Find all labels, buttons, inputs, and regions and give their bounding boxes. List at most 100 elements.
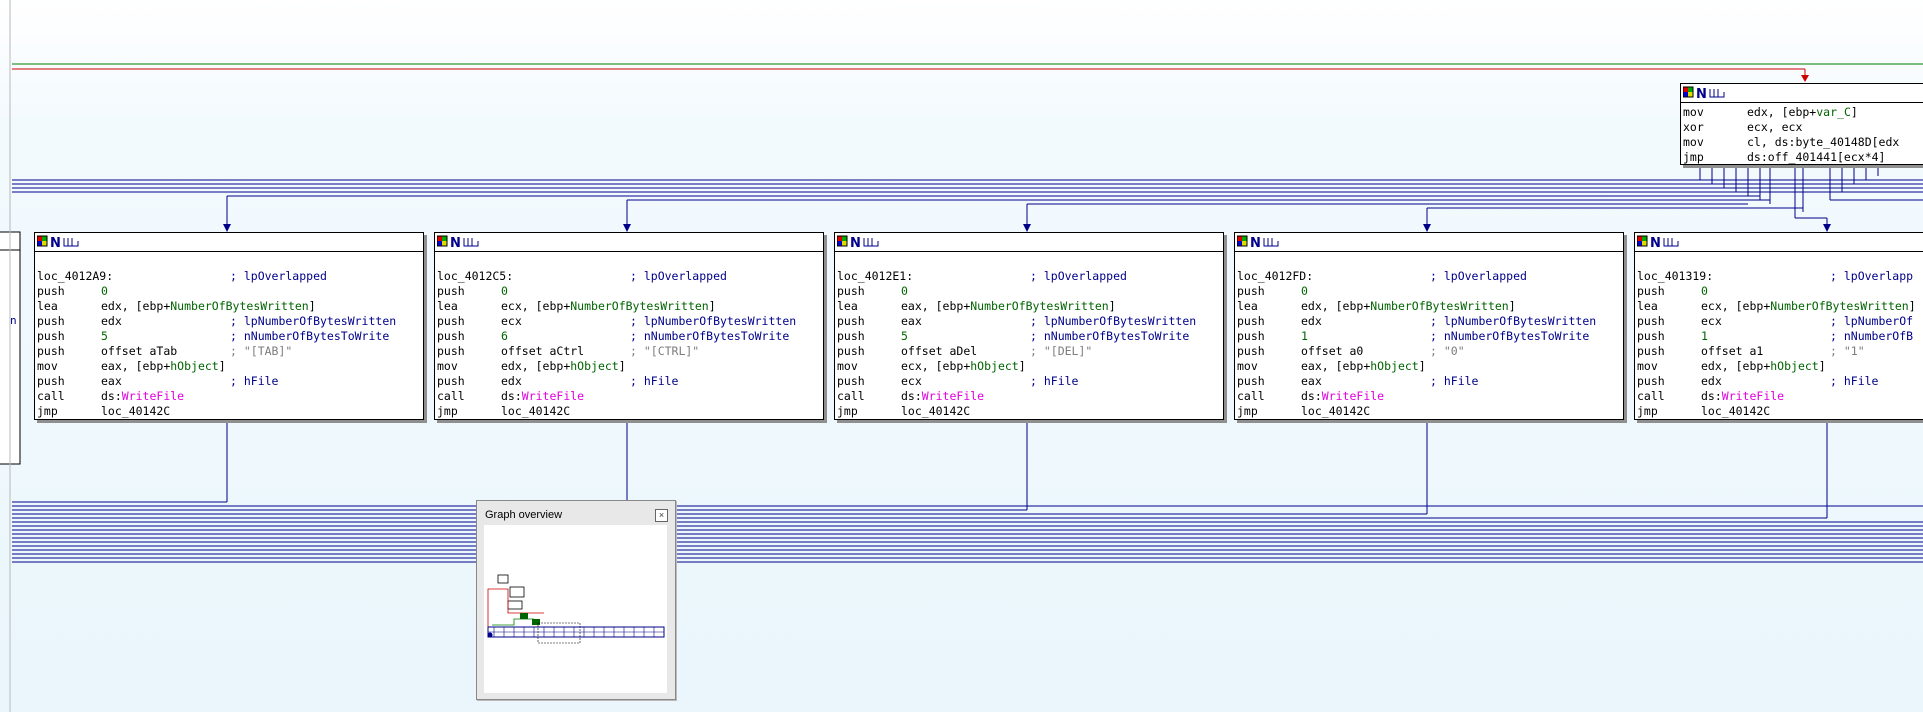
operand: ecx	[901, 374, 922, 388]
mnemonic: push	[837, 284, 865, 298]
instr-row: push edx ; lpNumberOfBytesWritten	[1237, 314, 1621, 329]
code-label[interactable]: loc_401319:	[1637, 269, 1713, 284]
mnemonic: jmp	[37, 404, 58, 418]
code-node-loc_4012c5[interactable]: Nloc_4012C5: ; lpOverlapped push 0 lea ecx, […	[434, 232, 824, 420]
mnemonic: call	[1637, 389, 1665, 403]
api-call[interactable]: WriteFile	[122, 389, 184, 403]
code-node-loc_4012e1[interactable]: Nloc_4012E1: ; lpOverlapped push 0 lea eax, […	[834, 232, 1224, 420]
code-label[interactable]: loc_4012A9:	[37, 269, 113, 284]
color-icon	[836, 235, 848, 247]
instr-row: mov edx, [ebp+hObject]	[437, 359, 821, 374]
mnemonic: jmp	[837, 404, 858, 418]
graph-trace-icon	[63, 238, 79, 247]
operand: 5	[101, 329, 108, 343]
n-icon: N	[450, 236, 461, 249]
string-ref[interactable]: aTab	[149, 344, 177, 358]
symbol[interactable]: NumberOfBytesWritten	[1770, 299, 1908, 313]
string-ref[interactable]: aDel	[949, 344, 977, 358]
instr-row: jmp loc_40142C	[437, 404, 821, 419]
operand: edx	[1701, 374, 1722, 388]
color-icon	[1682, 86, 1694, 98]
symbol[interactable]: NumberOfBytesWritten	[1370, 299, 1508, 313]
instr-row: push eax ; hFile	[37, 374, 421, 389]
graph-overview-panel[interactable]: Graph overview ×	[476, 500, 676, 700]
string-comment: ; "[CTRL]"	[630, 344, 700, 358]
graph-overview-minimap[interactable]	[484, 525, 667, 693]
code-label[interactable]: loc_4012C5:	[437, 269, 513, 284]
code-node-loc_401319[interactable]: Nloc_401319: ; lpOverlapp push 0 lea ecx, [eb…	[1634, 232, 1923, 420]
operand: eax	[901, 314, 922, 328]
node-header: N	[835, 233, 1223, 252]
comment: ; hFile	[230, 374, 279, 388]
instr-row: mov edx, [ebp+hObject]	[1637, 359, 1923, 374]
comment: ; hFile	[1830, 374, 1879, 388]
operand: ds:WriteFile	[1701, 389, 1785, 403]
comment: ; lpOverlapped	[230, 269, 327, 283]
api-call[interactable]: WriteFile	[522, 389, 584, 403]
operand: 0	[1701, 284, 1708, 298]
n-icon: N	[1650, 236, 1661, 249]
close-icon[interactable]: ×	[655, 509, 668, 522]
string-ref[interactable]: a1	[1749, 344, 1763, 358]
jump-target[interactable]: loc_40142C	[501, 404, 570, 419]
symbol[interactable]: NumberOfBytesWritten	[170, 299, 308, 313]
mnemonic: push	[837, 329, 865, 343]
symbol[interactable]: hObject	[570, 359, 618, 373]
jump-target[interactable]: loc_40142C	[1301, 404, 1370, 419]
instr-row: push 0	[437, 284, 821, 299]
code-label[interactable]: loc_4012FD:	[1237, 269, 1313, 284]
comment: ; hFile	[1030, 374, 1079, 388]
instr-row: push ecx ; lpNumberOfBytesWritten	[437, 314, 821, 329]
instr-row: push offset aDel ; "[DEL]"	[837, 344, 1221, 359]
mnemonic: push	[437, 344, 465, 358]
symbol[interactable]: var_C	[1816, 105, 1851, 119]
code-node-dispatch[interactable]: N mov edx, [ebp+var_C] xor ecx, ecx mov …	[1680, 83, 1923, 165]
operand: ds:WriteFile	[1301, 389, 1385, 403]
symbol[interactable]: hObject	[970, 359, 1018, 373]
jump-target[interactable]: loc_40142C	[1701, 404, 1770, 419]
code-label[interactable]: loc_4012E1:	[837, 269, 913, 284]
edge-to-nodes	[226, 195, 1828, 226]
graph-overview-title: Graph overview	[485, 509, 563, 521]
comment: ; lpNumberOfBytesWritten	[1030, 314, 1197, 328]
comment: ; nNumberOfBytesToWrite	[230, 329, 390, 343]
instr-row: push 1 ; nNumberOfBytesToWrite	[1237, 329, 1621, 344]
edge-arrows	[223, 224, 1831, 232]
instr-row: push eax ; lpNumberOfBytesWritten	[837, 314, 1221, 329]
symbol[interactable]: NumberOfBytesWritten	[970, 299, 1108, 313]
comment: ; lpNumberOfBytesWritten	[630, 314, 797, 328]
symbol[interactable]: hObject	[170, 359, 218, 373]
mnemonic: push	[37, 314, 65, 328]
api-call[interactable]: WriteFile	[1322, 389, 1384, 403]
symbol[interactable]: hObject	[1370, 359, 1418, 373]
instr-row: push 5 ; nNumberOfBytesToWrite	[837, 329, 1221, 344]
string-ref[interactable]: a0	[1349, 344, 1363, 358]
api-call[interactable]: WriteFile	[922, 389, 984, 403]
code-node-loc_4012fd[interactable]: Nloc_4012FD: ; lpOverlapped push 0 lea edx, […	[1234, 232, 1624, 420]
mnemonic: push	[437, 329, 465, 343]
instr-row: push 5 ; nNumberOfBytesToWrite	[37, 329, 421, 344]
comment: ; lpNumberOfBytesWritten	[1430, 314, 1597, 328]
node-toolbar: N	[1682, 86, 1725, 102]
code-node-loc_4012a9[interactable]: Nloc_4012A9: ; lpOverlapped push 0 lea edx, […	[34, 232, 424, 420]
operand: offset aCtrl	[501, 344, 585, 358]
instr-row: mov edx, [ebp+var_C]	[1683, 105, 1923, 120]
symbol[interactable]: hObject	[1770, 359, 1818, 373]
mnemonic: push	[437, 314, 465, 328]
n-icon: N	[1250, 236, 1261, 249]
operand: offset aDel	[901, 344, 978, 358]
mnemonic: mov	[1237, 359, 1258, 373]
jump-target[interactable]: loc_40142C	[901, 404, 970, 419]
instr-row: push 0	[1637, 284, 1923, 299]
instr-row: push offset a1 ; "1"	[1637, 344, 1923, 359]
string-comment: ; "0"	[1430, 344, 1465, 358]
string-ref[interactable]: aCtrl	[549, 344, 584, 358]
api-call[interactable]: WriteFile	[1722, 389, 1784, 403]
instr-row: push edx ; lpNumberOfBytesWritten	[37, 314, 421, 329]
comment: ; lpOverlapped	[630, 269, 727, 283]
node-toolbar: N	[36, 235, 79, 251]
symbol[interactable]: NumberOfBytesWritten	[570, 299, 708, 313]
instr-row: lea eax, [ebp+NumberOfBytesWritten]	[837, 299, 1221, 314]
mnemonic: push	[37, 284, 65, 298]
jump-target[interactable]: loc_40142C	[101, 404, 170, 419]
